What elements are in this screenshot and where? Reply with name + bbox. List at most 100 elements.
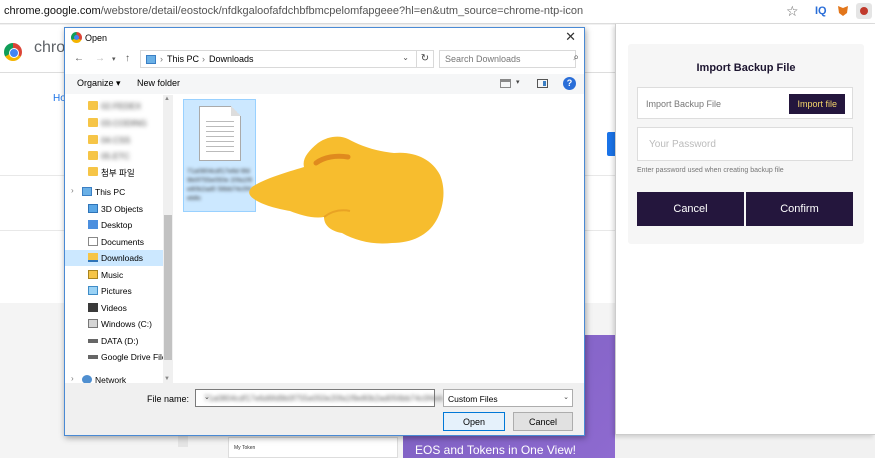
help-icon[interactable]: ? — [563, 77, 576, 90]
file-type-value: Custom Files — [448, 394, 498, 404]
import-panel: Import Backup File Import Backup File Im… — [628, 44, 864, 244]
import-file-button[interactable]: Import file — [789, 94, 845, 114]
dialog-titlebar[interactable]: Open ✕ — [65, 28, 584, 48]
tree-item[interactable]: 3D Objects — [65, 201, 173, 217]
search-icon[interactable]: ⌕ — [573, 52, 579, 63]
tree-item[interactable]: 02.FEDEX — [65, 98, 173, 114]
forward-arrow-icon[interactable]: → — [95, 53, 105, 64]
tree-item-label: 02.FEDEX — [101, 101, 142, 111]
tree-item-label: Pictures — [101, 286, 132, 296]
tree-item[interactable]: Music — [65, 267, 173, 283]
dialog-cancel-button[interactable]: Cancel — [513, 412, 573, 431]
folder-vi-icon — [88, 302, 98, 312]
file-name-input[interactable]: 71a0804cdf17e6d6fd9b0f755e050e20fa1f9e80… — [195, 389, 443, 407]
breadcrumb-this-pc[interactable]: This PC — [167, 54, 199, 64]
document-icon — [199, 106, 241, 161]
confirm-button[interactable]: Confirm — [746, 192, 853, 226]
drive-dark-icon — [88, 355, 98, 359]
folder-dl-icon — [88, 253, 98, 262]
tree-item[interactable]: 05.ETC — [65, 148, 173, 164]
webstore-brand: chro — [34, 39, 66, 56]
tree-item[interactable]: 03.CODING — [65, 115, 173, 131]
tree-item-label: This PC — [95, 187, 126, 197]
navigation-tree: 02.FEDEX 03.CODING 04.CSS 05.ETC 첨부 파일 › This … — [65, 95, 173, 383]
password-input[interactable] — [637, 127, 853, 161]
tree-item[interactable]: 첨부 파일 — [65, 164, 173, 180]
chevron-down-icon[interactable]: ⌄ — [204, 393, 431, 401]
chrome-icon — [71, 32, 82, 43]
dialog-toolbar: Organize ▾ New folder ▾ ? — [65, 74, 584, 94]
folder-3d-icon — [88, 203, 98, 213]
breadcrumb-downloads[interactable]: Downloads — [209, 54, 254, 64]
up-arrow-icon[interactable]: ↑ — [125, 53, 130, 64]
tree-item-label: Google Drive File — [101, 352, 167, 362]
tree-item[interactable]: Videos — [65, 300, 173, 316]
file-type-select[interactable]: Custom Files ⌄ — [443, 389, 573, 407]
folder-dt-icon — [88, 220, 98, 229]
tree-item[interactable]: Windows (C:) — [65, 316, 173, 332]
tree-scrollbar[interactable]: ▲ ▼ — [163, 95, 173, 383]
tree-item-label: Desktop — [101, 220, 133, 230]
tree-item-label: 첨부 파일 — [101, 168, 135, 178]
view-options-icon[interactable] — [500, 79, 511, 88]
new-folder-button[interactable]: New folder — [137, 78, 180, 88]
screenshot-card[interactable]: My Token — [228, 437, 398, 458]
tree-item[interactable]: › Network — [65, 372, 173, 383]
tree-item-label: 04.CSS — [101, 135, 131, 145]
dialog-footer: File name: 71a0804cdf17e6d6fd9b0f755e050… — [65, 383, 584, 435]
chrome-logo-icon — [4, 43, 22, 61]
bookmark-star-icon[interactable]: ☆ — [786, 3, 799, 20]
refresh-icon[interactable]: ↻ — [416, 50, 434, 68]
tree-item-label: 03.CODING — [101, 118, 147, 128]
preview-pane-icon[interactable] — [537, 79, 548, 88]
scroll-down-icon[interactable]: ▼ — [164, 376, 170, 382]
tree-item[interactable]: Desktop — [65, 217, 173, 233]
folder-mu-icon — [88, 269, 98, 279]
close-icon[interactable]: ✕ — [565, 29, 576, 45]
extension-iq-icon[interactable]: IQ — [815, 5, 827, 17]
folder-icon — [88, 101, 98, 110]
cancel-button[interactable]: Cancel — [637, 192, 744, 226]
recent-chevron-icon[interactable]: ▾ — [112, 55, 116, 63]
pointing-hand-icon — [249, 136, 444, 244]
tree-item[interactable]: Google Drive File — [65, 349, 173, 365]
scrollbar-thumb[interactable] — [164, 215, 172, 360]
tree-item[interactable]: Documents — [65, 234, 173, 250]
drive-dark-icon — [88, 338, 98, 343]
folder-icon — [88, 118, 98, 127]
breadcrumb[interactable]: › This PC › Downloads ⌄ — [140, 50, 434, 68]
popup-title: Import Backup File — [696, 62, 796, 74]
chevron-down-icon[interactable]: ⌄ — [402, 53, 409, 62]
scroll-up-icon[interactable]: ▲ — [164, 96, 170, 102]
backup-file-field[interactable]: Import Backup File Import file — [637, 87, 853, 119]
backup-file-placeholder: Import Backup File — [646, 99, 722, 109]
search-input[interactable] — [439, 50, 576, 68]
drive-icon — [88, 319, 98, 328]
tree-item[interactable]: Downloads — [65, 250, 173, 266]
folder-pi-icon — [88, 286, 98, 295]
extension-active-icon[interactable] — [856, 3, 872, 19]
tree-item[interactable]: DATA (D:) — [65, 333, 173, 349]
expand-chevron-icon[interactable]: › — [71, 374, 74, 383]
this-pc-icon — [146, 55, 156, 64]
back-arrow-icon[interactable]: ← — [74, 53, 84, 64]
chevron-down-icon[interactable]: ▾ — [516, 78, 520, 86]
organize-menu[interactable]: Organize ▾ — [77, 78, 121, 89]
tree-item-label: 05.ETC — [101, 151, 130, 161]
open-button[interactable]: Open — [443, 412, 505, 431]
folder-doc-icon — [88, 236, 98, 246]
extension-popup: Import Backup File Import Backup File Im… — [615, 24, 875, 435]
pc-icon — [82, 187, 92, 196]
tree-item-label: DATA (D:) — [101, 335, 139, 346]
net-icon — [82, 374, 92, 383]
metamask-fox-icon[interactable] — [837, 5, 849, 17]
tree-item[interactable]: › This PC — [65, 184, 173, 200]
tree-item[interactable]: Pictures — [65, 283, 173, 299]
address-bar[interactable]: chrome.google.com/webstore/detail/eostoc… — [4, 5, 583, 17]
chevron-down-icon[interactable]: ⌄ — [563, 393, 569, 401]
dialog-title: Open — [85, 33, 108, 43]
tree-item-label: 3D Objects — [101, 203, 144, 214]
file-name-label: File name: — [147, 394, 190, 404]
expand-chevron-icon[interactable]: › — [71, 186, 74, 195]
tree-item[interactable]: 04.CSS — [65, 132, 173, 148]
